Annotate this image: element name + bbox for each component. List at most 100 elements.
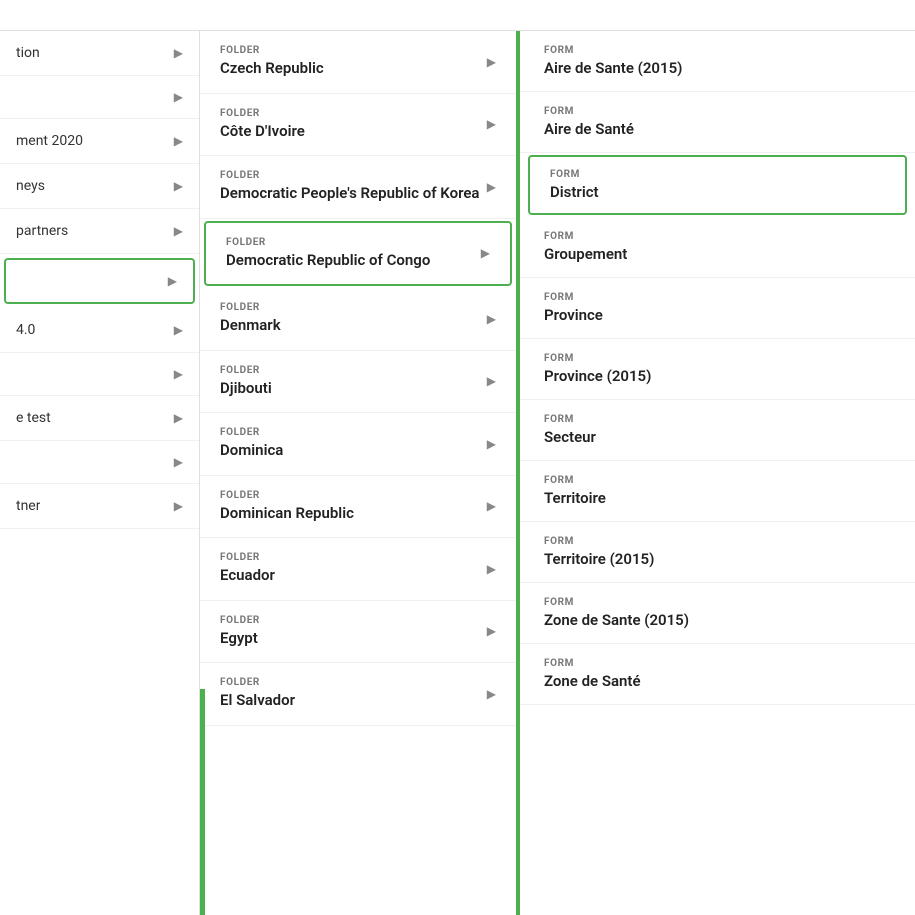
folder-text-wrapper: FOLDER Djibouti: [220, 365, 272, 399]
sidebar-item-item-blank[interactable]: ▶: [0, 76, 199, 119]
form-type-label: FORM: [544, 106, 891, 117]
folder-name: El Salvador: [220, 691, 295, 711]
folder-type-label: FOLDER: [220, 302, 281, 313]
sidebar-item-item-tion[interactable]: tion ▶: [0, 31, 199, 76]
form-item-zone-de-sante[interactable]: FORMZone de Santé: [520, 644, 915, 705]
folder-item-democratic-peoples-republic-korea[interactable]: FOLDER Democratic People's Republic of Ko…: [200, 156, 516, 219]
folder-text-wrapper: FOLDER Côte D'Ivoire: [220, 108, 305, 142]
folder-type-label: FOLDER: [220, 365, 272, 376]
folder-item-czech-republic[interactable]: FOLDER Czech Republic ▶: [200, 31, 516, 94]
sidebar-item-item-partners[interactable]: partners ▶: [0, 209, 199, 254]
folder-chevron-icon: ▶: [487, 117, 496, 131]
form-name: Secteur: [544, 428, 891, 446]
form-type-label: FORM: [544, 475, 891, 486]
folder-type-label: FOLDER: [220, 45, 324, 56]
chevron-right-icon: ▶: [174, 411, 183, 425]
form-item-province[interactable]: FORM Province: [520, 278, 915, 339]
chevron-right-icon: ▶: [174, 499, 183, 513]
folder-text-wrapper: FOLDER Czech Republic: [220, 45, 324, 79]
sidebar-item-item-test[interactable]: e test▶: [0, 396, 199, 441]
sidebar-item-label: neys: [16, 178, 45, 194]
form-item-territoire-2015[interactable]: FORMTerritoire (2015): [520, 522, 915, 583]
folder-text-wrapper: FOLDERDenmark: [220, 302, 281, 336]
folder-name: Dominica: [220, 441, 283, 461]
folder-type-label: FOLDER: [220, 615, 260, 626]
chevron-right-icon: ▶: [174, 46, 183, 60]
folder-chevron-icon: ▶: [487, 562, 496, 576]
folder-text-wrapper: FOLDER Democratic People's Republic of Ko…: [220, 170, 479, 204]
folder-item-dominican-republic[interactable]: FOLDER Dominican Republic ▶: [200, 476, 516, 539]
folder-type-label: FOLDER: [220, 108, 305, 119]
folder-item-dominica[interactable]: FOLDER Dominica ▶: [200, 413, 516, 476]
form-type-label: FORM: [544, 292, 891, 303]
form-type-label: FORM: [544, 414, 891, 425]
folder-item-el-salvador[interactable]: FOLDER El Salvador ▶: [200, 663, 516, 726]
folder-item-ecuador[interactable]: FOLDER Ecuador ▶: [200, 538, 516, 601]
sidebar-item-label: ment 2020: [16, 133, 83, 149]
folder-type-label: FOLDER: [220, 552, 275, 563]
folder-chevron-icon: ▶: [487, 687, 496, 701]
folder-text-wrapper: FOLDER Dominican Republic: [220, 490, 354, 524]
form-name: Zone de Sante (2015): [544, 611, 891, 629]
forms-column: FORM Aire de Sante (2015) FORM Aire de Sant…: [520, 31, 915, 915]
form-name: Aire de Santé: [544, 120, 891, 138]
form-item-territoire[interactable]: FORMTerritoire: [520, 461, 915, 522]
folder-chevron-icon: ▶: [487, 55, 496, 69]
folder-chevron-icon: ▶: [487, 374, 496, 388]
form-name: Groupement: [544, 245, 891, 263]
folder-item-democratic-republic-congo[interactable]: FOLDERDemocratic Republic of Congo▶: [204, 221, 512, 287]
form-item-district[interactable]: FORM District: [528, 155, 907, 215]
form-item-aire-de-sante-2015[interactable]: FORM Aire de Sante (2015): [520, 31, 915, 92]
form-type-label: FORM: [544, 45, 891, 56]
sidebar-item-item-blank2[interactable]: ▶: [0, 353, 199, 396]
folder-chevron-icon: ▶: [487, 437, 496, 451]
folder-type-label: FOLDER: [220, 490, 354, 501]
sidebar-item-item-blank3[interactable]: ▶: [0, 441, 199, 484]
folder-chevron-icon: ▶: [487, 624, 496, 638]
form-type-label: FORM: [544, 231, 891, 242]
folder-name: Djibouti: [220, 379, 272, 399]
folder-text-wrapper: FOLDERDemocratic Republic of Congo: [226, 237, 430, 271]
folder-item-denmark[interactable]: FOLDERDenmark ▶: [200, 288, 516, 351]
folder-item-egypt[interactable]: FOLDER Egypt ▶: [200, 601, 516, 664]
sidebar-item-label: tner: [16, 498, 40, 514]
folder-name: Dominican Republic: [220, 504, 354, 524]
form-name: District: [550, 183, 885, 201]
form-item-zone-de-sante-2015[interactable]: FORM Zone de Sante (2015): [520, 583, 915, 644]
sidebar-item-item-neys[interactable]: neys▶: [0, 164, 199, 209]
folder-type-label: FOLDER: [220, 170, 479, 181]
folder-name: Democratic People's Republic of Korea: [220, 184, 479, 204]
folder-type-label: FOLDER: [220, 677, 295, 688]
chevron-right-icon: ▶: [174, 224, 183, 238]
folder-type-label: FOLDER: [220, 427, 283, 438]
form-item-province-2015[interactable]: FORMProvince (2015): [520, 339, 915, 400]
sidebar-item-item-tner[interactable]: tner ▶: [0, 484, 199, 529]
folder-name: Egypt: [220, 629, 260, 649]
form-name: Aire de Sante (2015): [544, 59, 891, 77]
form-type-label: FORM: [550, 169, 885, 180]
sidebar-item-item-ment2020[interactable]: ment 2020 ▶: [0, 119, 199, 164]
sidebar-item-item-40[interactable]: 4.0▶: [0, 308, 199, 353]
sidebar-item-label: tion: [16, 45, 40, 61]
form-item-aire-de-sante[interactable]: FORM Aire de Santé: [520, 92, 915, 153]
folder-type-label: FOLDER: [226, 237, 430, 248]
folder-name: Côte D'Ivoire: [220, 122, 305, 142]
folder-name: Czech Republic: [220, 59, 324, 79]
folder-text-wrapper: FOLDER Ecuador: [220, 552, 275, 586]
sidebar-item-item-active[interactable]: ▶: [4, 258, 195, 304]
folder-chevron-icon: ▶: [487, 499, 496, 513]
form-name: Province: [544, 306, 891, 324]
chevron-right-icon: ▶: [174, 134, 183, 148]
form-type-label: FORM: [544, 597, 891, 608]
folder-item-cote-divoire[interactable]: FOLDER Côte D'Ivoire ▶: [200, 94, 516, 157]
chevron-right-icon: ▶: [174, 323, 183, 337]
folders-column: FOLDER Czech Republic ▶ FOLDER Côte D'Ivoire…: [200, 31, 520, 915]
form-item-secteur[interactable]: FORM Secteur: [520, 400, 915, 461]
form-name: Province (2015): [544, 367, 891, 385]
folder-chevron-icon: ▶: [487, 312, 496, 326]
header: [0, 0, 915, 31]
folder-name: Ecuador: [220, 566, 275, 586]
folder-item-djibouti[interactable]: FOLDER Djibouti ▶: [200, 351, 516, 414]
form-item-groupement[interactable]: FORM Groupement: [520, 217, 915, 278]
sidebar-item-label: partners: [16, 223, 68, 239]
